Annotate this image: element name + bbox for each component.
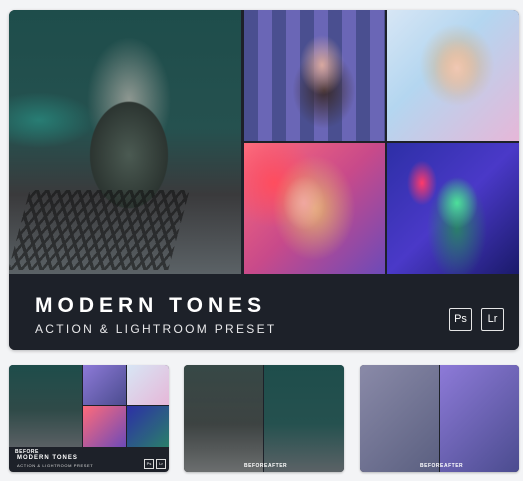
- photo-neon-portrait: [387, 143, 519, 274]
- after-photo: [264, 365, 344, 472]
- thumbnail-cover[interactable]: BEFORE MODERN TONES ACTION & LIGHTROOM P…: [9, 365, 169, 472]
- before-label: BEFORE: [244, 463, 268, 469]
- product-title: MODERN TONES: [35, 294, 267, 317]
- product-subtitle: ACTION & LIGHTROOM PRESET: [35, 322, 277, 336]
- thumbnail-before-after-1[interactable]: BEFORE AFTER: [184, 365, 344, 472]
- thumb-photo-braids: [83, 365, 126, 405]
- thumb-photo-neon: [127, 406, 169, 447]
- lightroom-icon: Lr: [156, 459, 166, 469]
- photoshop-icon: Ps: [144, 459, 154, 469]
- photo-blonde-portrait: [387, 10, 519, 141]
- thumb-main-photo: [9, 365, 82, 447]
- preset-preview-card[interactable]: MODERN TONES ACTION & LIGHTROOM PRESET P…: [9, 10, 519, 350]
- main-photo-woman-sitting: [9, 10, 241, 274]
- lightroom-icon: Lr: [481, 308, 504, 331]
- before-photo: [184, 365, 263, 472]
- after-label: AFTER: [444, 463, 464, 469]
- thumb-photo-red: [83, 406, 126, 447]
- after-label: AFTER: [268, 463, 288, 469]
- photoshop-icon: Ps: [449, 308, 472, 331]
- thumb-photo-blonde: [127, 365, 169, 405]
- thumb-title: MODERN TONES: [17, 455, 78, 461]
- after-photo: [440, 365, 519, 472]
- before-photo: [360, 365, 439, 472]
- thumbnail-before-after-2[interactable]: BEFORE AFTER: [360, 365, 519, 472]
- thumb-subtitle: ACTION & LIGHTROOM PRESET: [17, 463, 94, 468]
- before-label: BEFORE: [420, 463, 444, 469]
- photo-braids-portrait: [244, 10, 385, 141]
- photo-red-light-portrait: [244, 143, 385, 274]
